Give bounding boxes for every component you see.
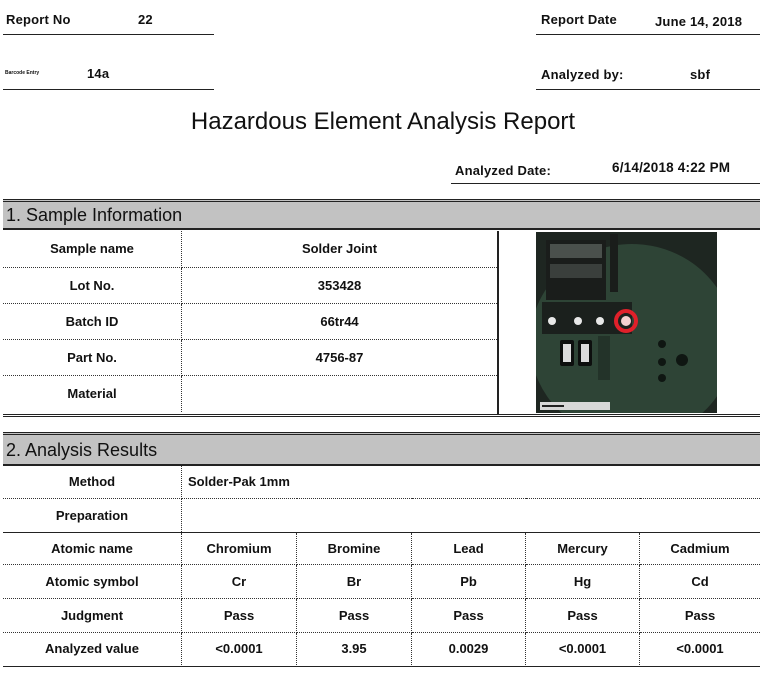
- sample-name-value: Solder Joint: [181, 231, 497, 268]
- judgment-mercury: Pass: [525, 598, 640, 633]
- sample-information-table: Sample name Solder Joint Lot No. 353428 …: [3, 231, 497, 412]
- material-value: [182, 375, 498, 412]
- judgment-label: Judgment: [3, 598, 182, 633]
- report-no-label: Report No: [6, 12, 71, 27]
- judgment-lead: Pass: [411, 598, 526, 633]
- preparation-value: [182, 498, 761, 532]
- barcode-underline: [3, 89, 214, 90]
- sample-photo: [536, 232, 717, 413]
- atomic-symbol-label: Atomic symbol: [3, 564, 182, 599]
- analyzed-value-bromine: 3.95: [296, 632, 412, 665]
- element-symbol-cr: Cr: [181, 564, 297, 599]
- barcode-entry-value: 14a: [87, 66, 110, 81]
- element-name-chromium: Chromium: [181, 532, 297, 565]
- method-label: Method: [3, 466, 182, 499]
- analyzed-by-value: sbf: [690, 67, 711, 82]
- analyzed-by-label: Analyzed by:: [541, 67, 624, 82]
- report-date-underline: [536, 34, 760, 35]
- part-no-label: Part No.: [3, 339, 182, 376]
- sample-photo-image: [536, 232, 717, 413]
- judgment-cadmium: Pass: [639, 598, 760, 633]
- report-no-underline: [3, 34, 214, 35]
- analyzed-value-chromium: <0.0001: [181, 632, 297, 665]
- batch-id-label: Batch ID: [3, 303, 182, 340]
- atomic-name-label: Atomic name: [3, 532, 182, 565]
- lot-no-label: Lot No.: [3, 267, 182, 304]
- report-date-value: June 14, 2018: [655, 14, 743, 29]
- analyzed-value-label: Analyzed value: [3, 632, 182, 665]
- analyzed-value-cadmium: <0.0001: [676, 641, 724, 657]
- barcode-entry-label: Barcode Entry: [5, 70, 40, 76]
- element-name-bromine: Bromine: [296, 532, 412, 565]
- report-date-label: Report Date: [541, 12, 617, 27]
- analyzed-value-lead: 0.0029: [411, 632, 526, 665]
- element-name-cadmium: Cadmium: [639, 532, 760, 565]
- judgment-bromine: Pass: [296, 598, 412, 633]
- sample-information-heading: 1. Sample Information: [3, 199, 760, 230]
- material-label: Material: [3, 375, 182, 412]
- lot-no-value: 353428: [181, 267, 497, 304]
- section-1-bottom-rule: [3, 414, 760, 417]
- part-no-value: 4756-87: [181, 339, 497, 376]
- element-symbol-pb: Pb: [411, 564, 526, 599]
- analyzed-value-mercury: <0.0001: [525, 632, 640, 665]
- element-symbol-hg: Hg: [525, 564, 640, 599]
- judgment-chromium: Pass: [181, 598, 297, 633]
- analyzed-by-underline: [536, 89, 760, 90]
- element-name-mercury: Mercury: [525, 532, 640, 565]
- analyzed-date-label: Analyzed Date:: [455, 163, 551, 178]
- batch-id-value: 66tr44: [181, 303, 497, 340]
- analysis-results-table: Method Solder-Pak 1mm Preparation Atomic…: [3, 466, 760, 665]
- results-bottom-rule: [3, 666, 760, 667]
- method-value: Solder-Pak 1mm: [181, 466, 760, 499]
- element-symbol-cd: Cd: [639, 564, 760, 599]
- report-title: Hazardous Element Analysis Report: [190, 108, 576, 135]
- analyzed-date-underline: [451, 183, 760, 184]
- analyzed-date-value: 6/14/2018 4:22 PM: [612, 160, 731, 175]
- preparation-label: Preparation: [3, 498, 182, 532]
- analysis-results-heading: 2. Analysis Results: [3, 432, 760, 466]
- sample-photo-divider: [497, 231, 499, 414]
- element-symbol-br: Br: [296, 564, 412, 599]
- report-no-value: 22: [138, 12, 153, 27]
- sample-name-label: Sample name: [3, 231, 182, 268]
- element-name-lead: Lead: [411, 532, 526, 565]
